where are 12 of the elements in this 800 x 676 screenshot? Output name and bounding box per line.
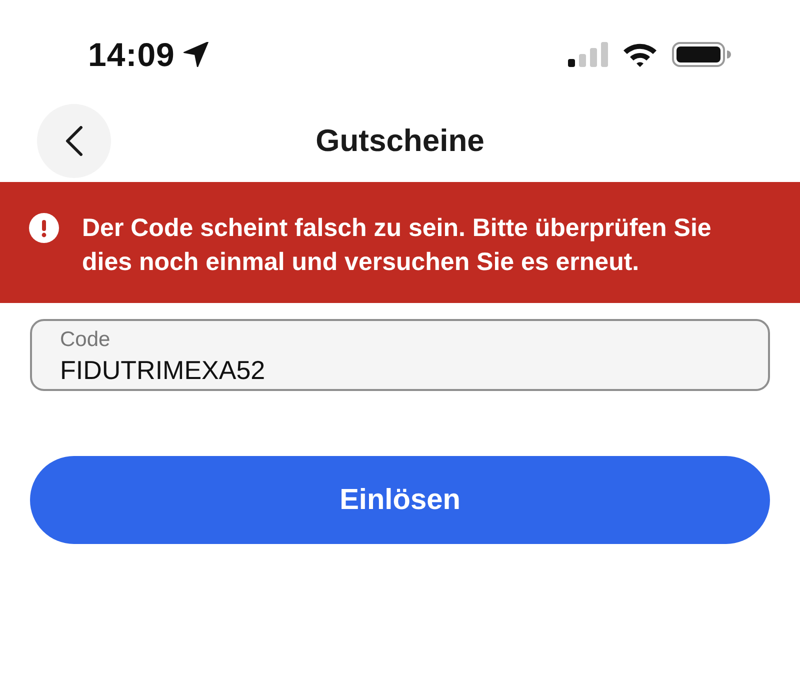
location-arrow-icon — [182, 42, 209, 66]
redeem-button[interactable]: Einlösen — [30, 456, 770, 544]
error-message: Der Code scheint falsch zu sein. Bitte überprüfen Sie dies noch einmal und versuchen Sie es erneut. — [82, 213, 712, 278]
wifi-icon — [622, 41, 658, 67]
exclamation-icon — [29, 213, 59, 243]
chevron-left-icon — [65, 126, 83, 156]
code-input[interactable]: FIDUTRIMEXA52 — [60, 354, 740, 386]
code-field[interactable]: Code FIDUTRIMEXA52 — [30, 319, 770, 391]
signal-icon — [568, 42, 608, 66]
clock-time: 14:09 — [88, 38, 175, 70]
page-title: Gutscheine — [316, 122, 484, 160]
battery-icon — [672, 42, 731, 66]
